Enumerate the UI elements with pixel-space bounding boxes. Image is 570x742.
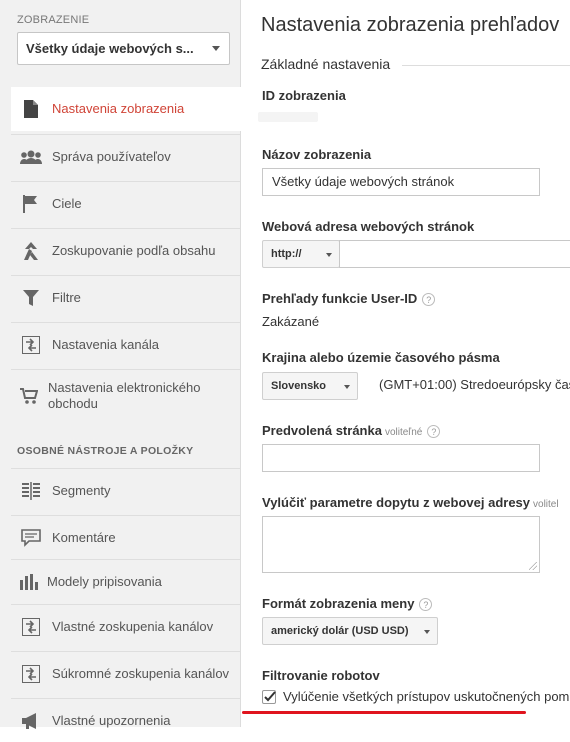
sidebar-item-view-settings[interactable]: Nastavenia zobrazenia [11, 87, 251, 131]
default-page-input[interactable] [262, 444, 540, 472]
sidebar-item-label: Nastavenia kanála [52, 336, 159, 352]
section-heading: Základné nastavenia [261, 56, 391, 72]
checkmark-icon [264, 691, 276, 702]
sidebar-item-goals[interactable]: Ciele [11, 181, 240, 225]
userid-reports-value: Zakázané [262, 314, 320, 329]
comment-icon [19, 526, 43, 550]
sidebar-item-filters[interactable]: Filtre [11, 275, 240, 319]
section-divider [402, 65, 570, 66]
default-page-label-text: Predvolená stránka [262, 423, 382, 438]
sidebar-item-label: Modely pripisovania [47, 573, 162, 589]
channel-icon [19, 662, 43, 686]
main-panel: Nastavenia zobrazenia prehľadov Základné… [242, 0, 570, 727]
sidebar-item-ecommerce-settings[interactable]: Nastavenia elektronického obchodu [11, 369, 240, 421]
personal-tools-heading: OSOBNÉ NÁSTROJE A POLOŽKY [17, 445, 194, 457]
document-icon [19, 97, 43, 121]
channel-icon [19, 333, 43, 357]
country-dropdown[interactable]: Slovensko [262, 372, 358, 400]
userid-reports-label-text: Prehľady funkcie User-ID [262, 291, 418, 306]
view-id-value [258, 112, 318, 122]
sidebar-item-label: Zoskupovanie podľa obsahu [52, 242, 216, 258]
sidebar-item-comments[interactable]: Komentáre [11, 515, 240, 559]
currency-value: americký dolár (USD USD) [271, 625, 409, 637]
exclude-params-label-text: Vylúčiť parametre dopytu z webovej adres… [262, 495, 531, 510]
help-icon[interactable]: ? [422, 293, 436, 307]
protocol-value: http:// [271, 248, 302, 260]
bot-filtering-checkbox-label: Vylúčenie všetkých prístupov uskutočnený… [283, 689, 570, 704]
timezone-select[interactable]: (GMT+01:00) Stredoeurópsky čas [379, 377, 570, 392]
sidebar-item-channel-settings[interactable]: Nastavenia kanála [11, 322, 240, 366]
default-page-label: Predvolená stránka voliteľné? [262, 423, 441, 439]
resize-handle-icon[interactable] [529, 562, 537, 570]
sidebar: ZOBRAZENIE Všetky údaje webových s... Na… [0, 0, 251, 729]
view-name-label: Názov zobrazenia [262, 147, 372, 162]
bar-chart-icon [17, 570, 41, 594]
currency-label: Formát zobrazenia meny? [262, 596, 433, 612]
currency-dropdown[interactable]: americký dolár (USD USD) [262, 617, 438, 645]
exclude-params-label: Vylúčiť parametre dopytu z webovej adres… [262, 495, 559, 510]
sidebar-item-label: Súkromné zoskupenia kanálov [52, 665, 230, 681]
sidebar-item-custom-alerts[interactable]: Vlastné upozornenia [11, 698, 240, 742]
exclude-params-textarea[interactable] [262, 516, 540, 573]
website-url-input[interactable] [339, 240, 570, 268]
chevron-down-icon [424, 630, 430, 634]
view-caption: ZOBRAZENIE [17, 14, 90, 26]
sidebar-item-custom-channel-groupings[interactable]: Vlastné zoskupenia kanálov [11, 604, 240, 648]
userid-reports-label: Prehľady funkcie User-ID? [262, 291, 436, 307]
sidebar-item-label: Filtre [52, 289, 81, 305]
sidebar-item-segments[interactable]: Segmenty [11, 468, 240, 512]
highlight-underline [242, 711, 526, 714]
chevron-down-icon [344, 385, 350, 389]
sidebar-item-label: Segmenty [52, 482, 111, 498]
sidebar-item-label: Nastavenia elektronického obchodu [48, 379, 201, 411]
cart-icon [17, 384, 41, 408]
chevron-down-icon [212, 46, 220, 51]
filter-icon [19, 286, 43, 310]
sidebar-item-user-management[interactable]: Správa používateľov [11, 134, 240, 178]
content-grouping-icon [19, 239, 43, 263]
sidebar-item-label: Vlastné zoskupenia kanálov [52, 618, 214, 634]
users-icon [19, 145, 43, 169]
segments-icon [19, 479, 43, 503]
bot-filtering-checkbox[interactable] [262, 690, 276, 704]
megaphone-icon [19, 709, 43, 733]
website-url-label: Webová adresa webových stránok [262, 219, 475, 234]
bot-filtering-label: Filtrovanie robotov [262, 668, 380, 683]
page-title: Nastavenia zobrazenia prehľadov [261, 14, 560, 36]
sidebar-item-label: Správa používateľov [52, 148, 171, 164]
currency-label-text: Formát zobrazenia meny [262, 596, 415, 611]
sidebar-item-label: Vlastné upozornenia [52, 712, 171, 728]
optional-tag: volitel [533, 499, 559, 510]
view-name-input[interactable]: Všetky údaje webových stránok [262, 168, 540, 196]
sidebar-item-label: Komentáre [52, 529, 116, 545]
sidebar-item-label: Nastavenia zobrazenia [52, 101, 185, 116]
sidebar-item-private-channel-groupings[interactable]: Súkromné zoskupenia kanálov [11, 651, 240, 695]
view-select-value: Všetky údaje webových s... [26, 41, 194, 56]
flag-icon [19, 192, 43, 216]
channel-icon [19, 615, 43, 639]
timezone-label: Krajina alebo územie časového pásma [262, 350, 500, 365]
help-icon[interactable]: ? [419, 598, 433, 612]
protocol-dropdown[interactable]: http:// [262, 240, 340, 268]
chevron-down-icon [326, 253, 332, 257]
view-id-label: ID zobrazenia [262, 88, 346, 103]
country-value: Slovensko [271, 380, 327, 392]
sidebar-item-attribution-models[interactable]: Modely pripisovania [11, 559, 240, 603]
sidebar-item-content-grouping[interactable]: Zoskupovanie podľa obsahu [11, 228, 240, 272]
optional-tag: voliteľné [384, 427, 423, 438]
view-select[interactable]: Všetky údaje webových s... [17, 32, 230, 65]
sidebar-item-label: Ciele [52, 195, 82, 211]
help-icon[interactable]: ? [427, 425, 441, 439]
